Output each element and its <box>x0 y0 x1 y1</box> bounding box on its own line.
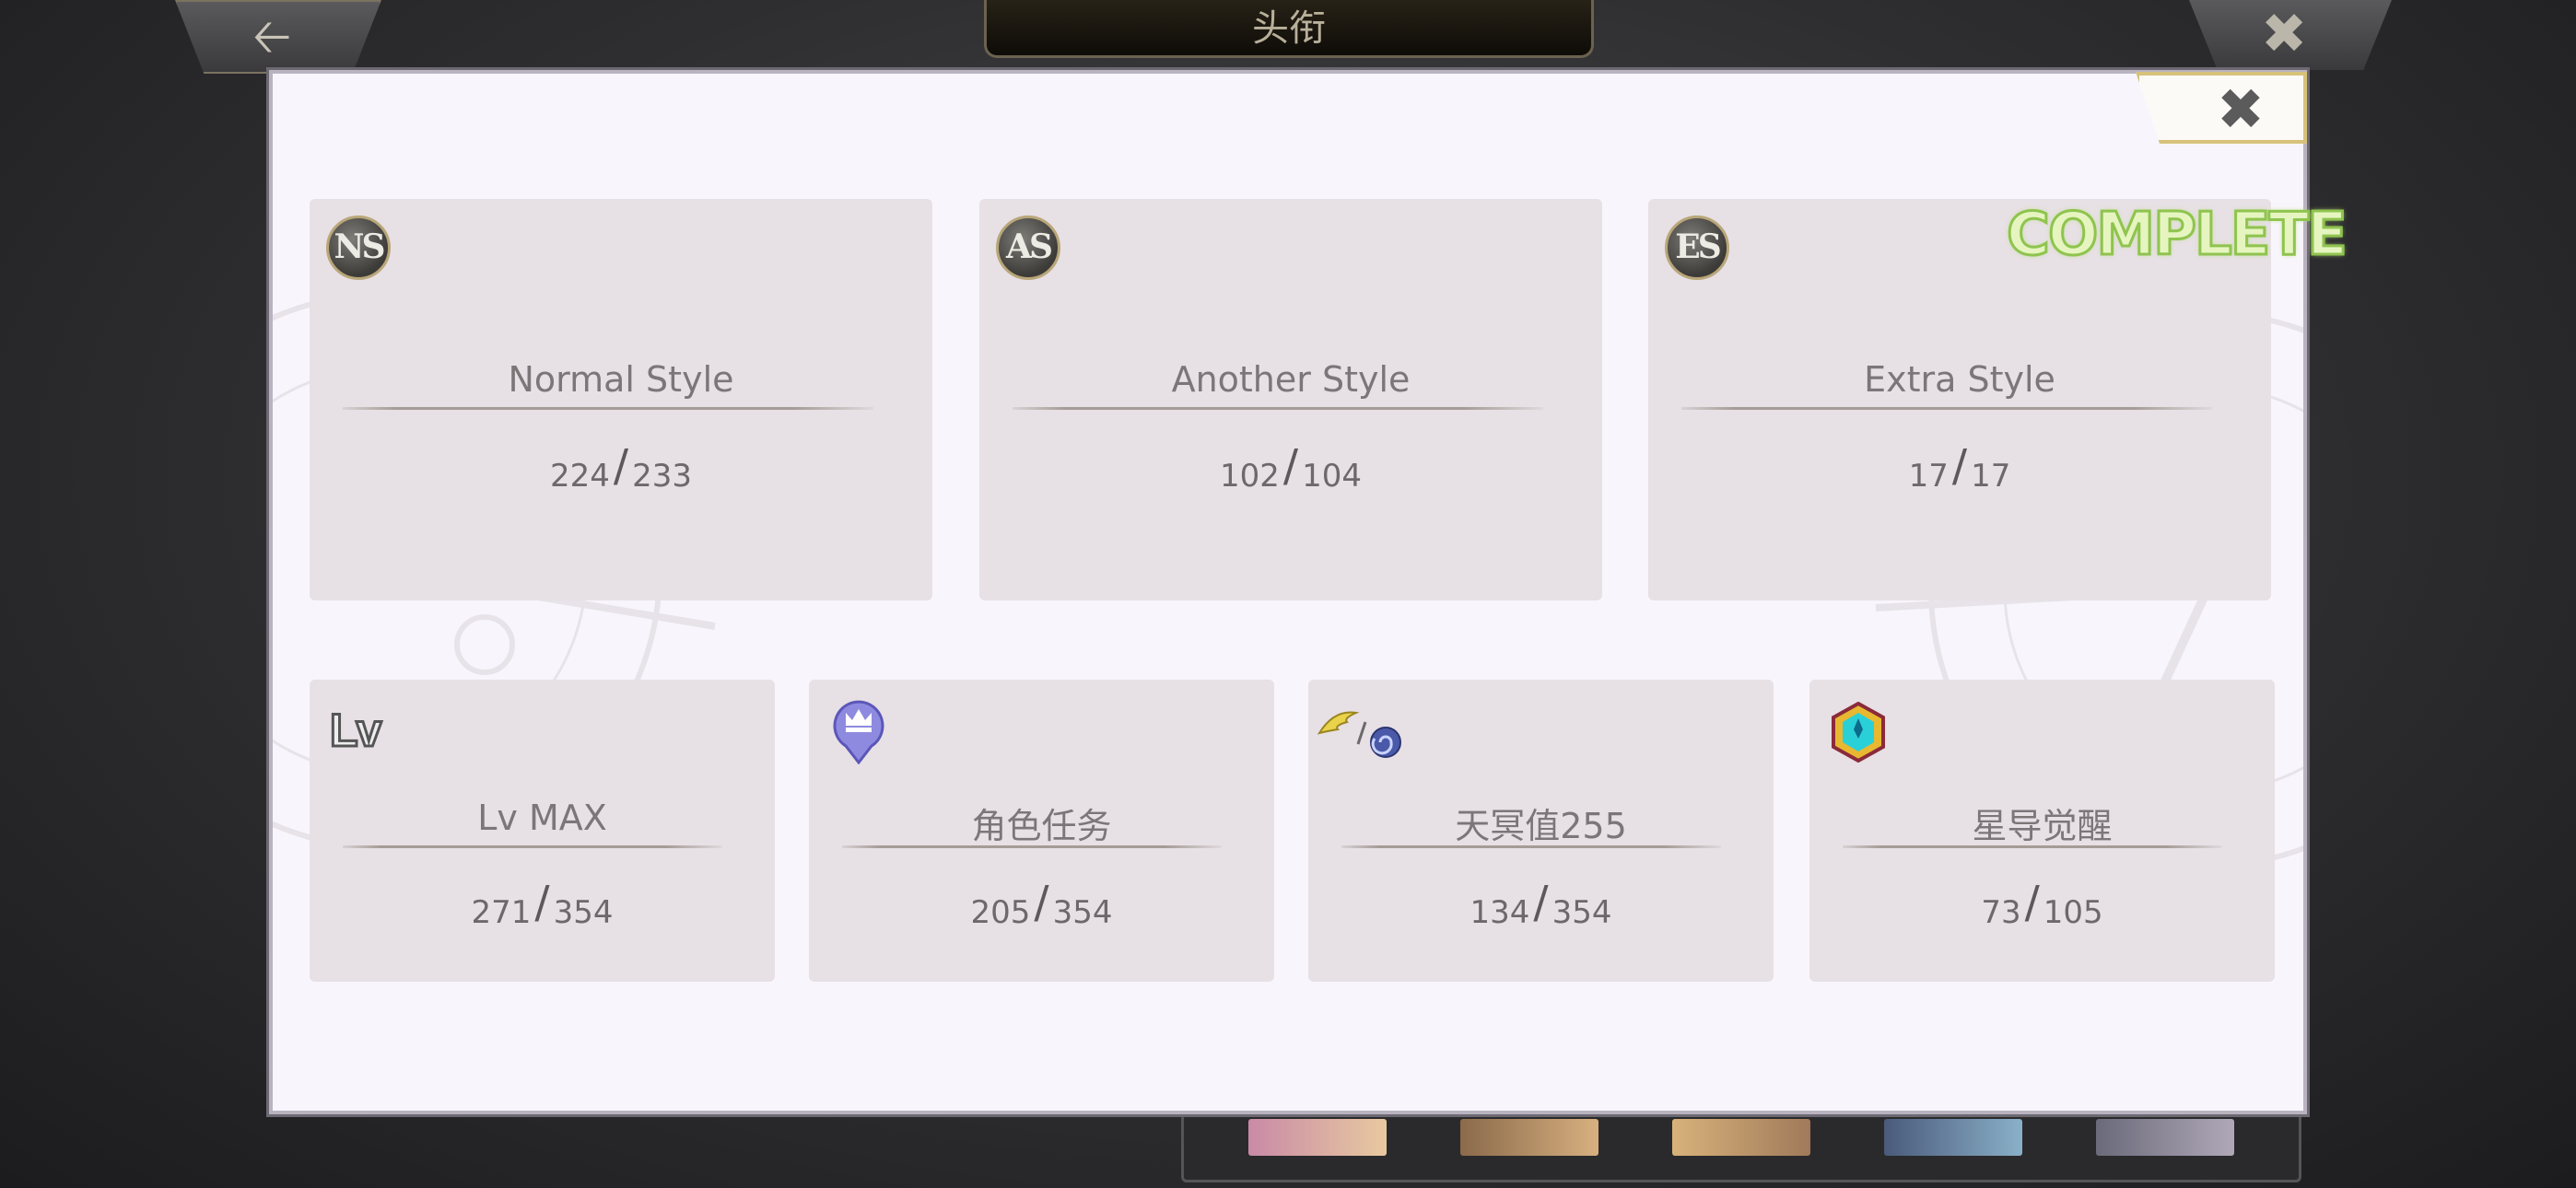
wing-and-spiral-icon <box>1317 711 1401 758</box>
card-count: 73/105 <box>1981 877 2103 931</box>
divider <box>1843 845 2222 848</box>
modal-close-button[interactable]: ✖ <box>2136 72 2307 144</box>
crown-marker-icon <box>833 700 884 764</box>
portrait-thumb <box>1672 1119 1810 1156</box>
divider <box>343 845 722 848</box>
card-count: 271/354 <box>471 877 614 931</box>
card-label: Extra Style <box>1864 359 2055 400</box>
top-bar: 🡠 头衔 ✖ <box>0 0 2576 74</box>
card-count: 102/104 <box>1220 440 1362 495</box>
portrait-thumb <box>2096 1119 2234 1156</box>
divider <box>1013 407 1543 410</box>
stat-card-character-quest[interactable]: 角色任务 205/354 <box>809 680 1274 982</box>
stat-card-heaven-underworld[interactable]: 天冥值255 134/354 <box>1308 680 1774 982</box>
ns-badge-icon: NS <box>326 215 391 280</box>
portrait-strip <box>1181 1103 2301 1182</box>
es-badge-icon: ES <box>1665 215 1729 280</box>
card-count: 205/354 <box>970 877 1113 931</box>
top-close-button[interactable]: ✖ <box>2189 0 2392 70</box>
card-label: Normal Style <box>508 359 734 400</box>
style-card-normal[interactable]: NS Normal Style 224/233 <box>310 199 932 600</box>
divider <box>343 407 873 410</box>
divider <box>1341 845 1721 848</box>
card-label: 角色任务 <box>971 806 1112 846</box>
card-label: 天冥值255 <box>1455 806 1627 846</box>
back-button[interactable]: 🡠 <box>175 0 381 74</box>
page-title: 头衔 <box>984 0 1594 58</box>
style-card-another[interactable]: AS Another Style 102/104 <box>979 199 1602 600</box>
star-crystal-icon <box>1832 702 1885 763</box>
stat-card-star-awakening[interactable]: 星导觉醒 73/105 <box>1809 680 2275 982</box>
card-label: 星导觉醒 <box>1972 806 2113 846</box>
portrait-thumb <box>1884 1119 2022 1156</box>
card-count: 134/354 <box>1469 877 1612 931</box>
divider <box>842 845 1222 848</box>
as-badge-icon: AS <box>996 215 1060 280</box>
card-label: Lv MAX <box>477 798 607 838</box>
complete-badge: COMPLETE <box>2006 200 2349 271</box>
close-icon: ✖ <box>2217 76 2265 143</box>
portrait-thumb <box>1460 1119 1598 1156</box>
lv-icon: Lv <box>328 704 382 758</box>
arrow-left-icon: 🡠 <box>252 9 292 64</box>
stat-card-lv-max[interactable]: Lv Lv MAX 271/354 <box>310 680 775 982</box>
card-label: Another Style <box>1171 359 1411 400</box>
close-icon: ✖ <box>2261 2 2308 66</box>
card-count: 224/233 <box>550 440 692 495</box>
divider <box>1681 407 2212 410</box>
portrait-thumb <box>1248 1119 1387 1156</box>
card-count: 17/17 <box>1908 440 2011 495</box>
